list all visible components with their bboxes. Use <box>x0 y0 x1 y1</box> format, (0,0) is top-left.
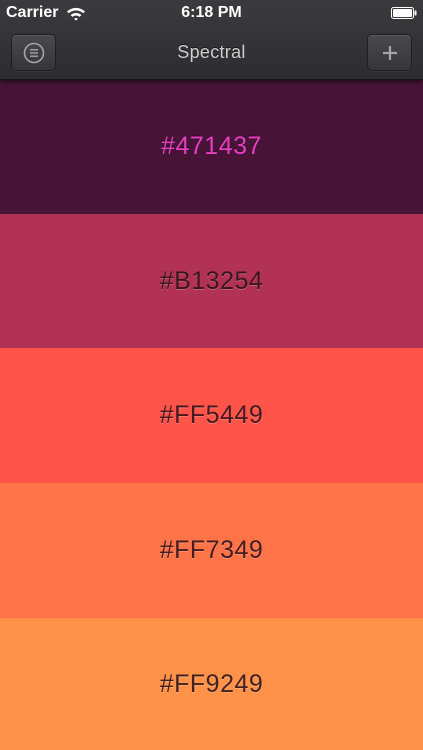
color-swatch[interactable]: #FF5449 <box>0 348 423 483</box>
swatch-hex-label: #B13254 <box>159 266 264 295</box>
color-swatch[interactable]: #FF9249 <box>0 618 423 750</box>
swatch-hex-label: #471437 <box>161 132 262 160</box>
battery-icon <box>391 7 417 19</box>
color-palette: #471437 #B13254 #FF5449 #FF7349 #FF9249 <box>0 79 423 750</box>
menu-list-icon <box>23 42 44 63</box>
swatch-hex-label: #FF5449 <box>159 401 264 429</box>
navigation-bar: Spectral <box>0 26 423 80</box>
color-swatch[interactable]: #B13254 <box>0 214 423 348</box>
top-chrome: Carrier 6:18 PM Spectral <box>0 0 423 80</box>
add-button[interactable] <box>367 34 412 71</box>
app-screen: Carrier 6:18 PM Spectral #471437 #B13254… <box>0 0 423 750</box>
page-title: Spectral <box>177 42 246 62</box>
swatch-hex-label: #FF9249 <box>159 669 264 698</box>
status-time: 6:18 PM <box>181 4 242 21</box>
swatch-hex-label: #FF7349 <box>159 536 264 564</box>
menu-button[interactable] <box>11 34 56 71</box>
status-bar: Carrier 6:18 PM <box>0 0 423 26</box>
color-swatch[interactable]: #471437 <box>0 79 423 214</box>
plus-icon <box>382 45 397 60</box>
color-swatch[interactable]: #FF7349 <box>0 483 423 618</box>
